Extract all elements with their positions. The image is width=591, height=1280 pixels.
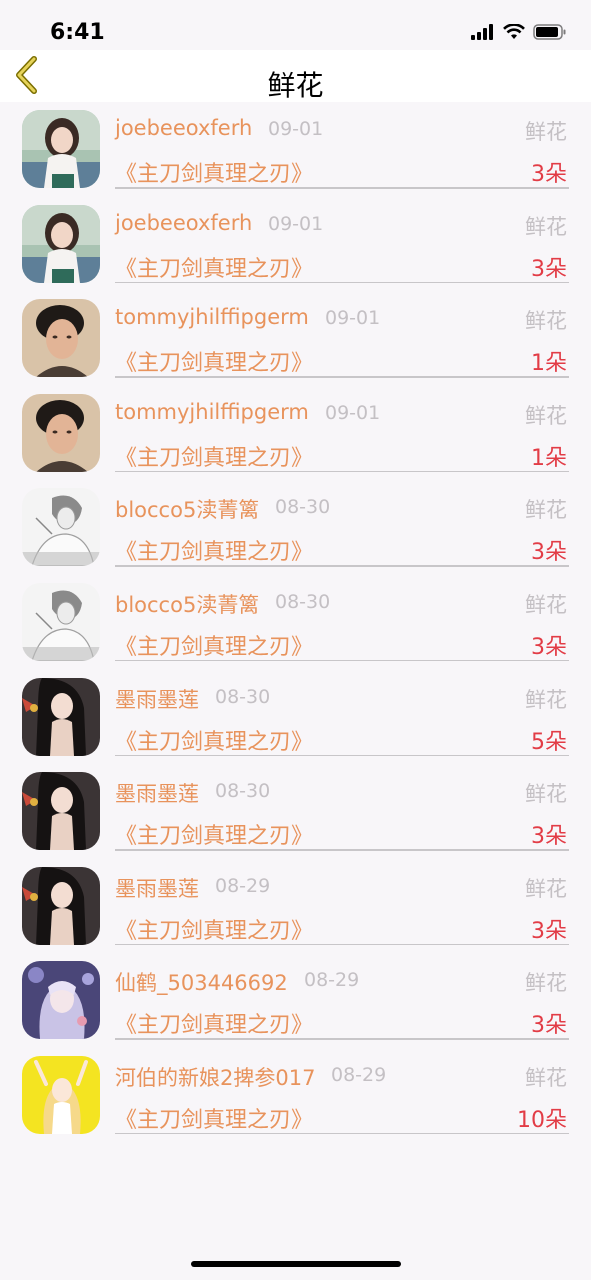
- flower-count: 3朵: [531, 824, 567, 850]
- list-item[interactable]: tommyjhilffipgerm 09-01 鲜花《主刀剑真理之刃》 1朵: [0, 293, 591, 388]
- user-name[interactable]: 墨雨墨莲: [115, 684, 199, 714]
- status-bar: 6:41: [0, 0, 591, 50]
- work-title[interactable]: 《主刀剑真理之刃》: [115, 1102, 313, 1134]
- gift-type: 鲜花: [525, 403, 567, 428]
- gift-type: 鲜花: [525, 687, 567, 712]
- status-time: 6:41: [50, 20, 105, 45]
- list-item[interactable]: tommyjhilffipgerm 09-01 鲜花《主刀剑真理之刃》 1朵: [0, 388, 591, 483]
- divider: [115, 565, 569, 567]
- avatar[interactable]: [22, 961, 100, 1040]
- gift-date: 09-01: [268, 118, 324, 140]
- list-item[interactable]: blocco5渎菁篱 08-30 鲜花《主刀剑真理之刃》 3朵: [0, 482, 591, 577]
- avatar[interactable]: [22, 677, 100, 756]
- work-title[interactable]: 《主刀剑真理之刃》: [115, 629, 313, 661]
- user-name[interactable]: tommyjhilffipgerm: [115, 400, 309, 424]
- user-name[interactable]: 墨雨墨莲: [115, 778, 199, 808]
- divider: [115, 1132, 569, 1135]
- avatar[interactable]: [22, 393, 100, 472]
- gift-type: 鲜花: [525, 1065, 567, 1090]
- user-name[interactable]: 河伯的新娘2捭参017: [115, 1062, 315, 1092]
- divider: [115, 376, 569, 378]
- flower-count: 3朵: [531, 918, 567, 944]
- divider: [115, 849, 569, 851]
- flower-count: 1朵: [531, 445, 567, 471]
- flower-count: 3朵: [531, 1013, 567, 1039]
- avatar[interactable]: [22, 488, 100, 567]
- gift-date: 08-29: [215, 874, 271, 897]
- gift-type: 鲜花: [525, 309, 567, 334]
- gift-type: 鲜花: [525, 214, 567, 239]
- avatar[interactable]: [22, 299, 100, 378]
- list-item[interactable]: joebeeoxferh 09-01 鲜花《主刀剑真理之刃》 3朵: [0, 199, 591, 294]
- list-item[interactable]: 墨雨墨莲 08-29 鲜花《主刀剑真理之刃》 3朵: [0, 861, 591, 956]
- list-item[interactable]: 河伯的新娘2捭参017 08-29 鲜花《主刀剑真理之刃》 10朵: [0, 1050, 591, 1145]
- gift-date: 08-30: [215, 685, 271, 708]
- work-title[interactable]: 《主刀剑真理之刃》: [115, 251, 313, 283]
- divider: [115, 187, 569, 189]
- divider: [115, 943, 569, 946]
- user-name[interactable]: 墨雨墨莲: [115, 873, 199, 903]
- work-title[interactable]: 《主刀剑真理之刃》: [115, 345, 313, 377]
- avatar[interactable]: [22, 866, 100, 945]
- flower-count: 5朵: [531, 729, 567, 755]
- page-title: 鲜花: [267, 69, 324, 102]
- gift-date: 09-01: [325, 401, 381, 424]
- flower-count: 3朵: [531, 256, 567, 282]
- gift-date: 08-29: [304, 969, 360, 992]
- cellular-signal-icon: [471, 24, 493, 40]
- flower-gift-list: joebeeoxferh 09-01 鲜花 《主刀剑真理之刃》 3朵 joebeeoxfe…: [0, 104, 591, 1145]
- status-icons: [471, 24, 567, 40]
- user-name[interactable]: blocco5渎菁篱: [115, 589, 259, 619]
- gift-date: 08-30: [275, 496, 331, 519]
- list-item[interactable]: 仙鹤_503446692 08-29 鲜花《主刀剑真理之刃》 3朵: [0, 955, 591, 1050]
- divider: [115, 754, 569, 757]
- gift-date: 08-30: [215, 780, 271, 803]
- work-title[interactable]: 《主刀剑真理之刃》: [115, 156, 313, 188]
- gift-type: 鲜花: [525, 592, 567, 617]
- wifi-icon: [503, 24, 525, 39]
- divider: [115, 470, 569, 473]
- work-title[interactable]: 《主刀剑真理之刃》: [115, 440, 313, 472]
- avatar[interactable]: [22, 582, 100, 661]
- gift-date: 09-01: [268, 212, 324, 235]
- avatar[interactable]: [22, 1055, 100, 1134]
- gift-type: 鲜花: [525, 782, 567, 807]
- list-item[interactable]: blocco5渎菁篱 08-30 鲜花《主刀剑真理之刃》 3朵: [0, 577, 591, 672]
- gift-date: 08-30: [275, 590, 331, 613]
- flower-count: 3朵: [531, 634, 567, 660]
- divider: [115, 1038, 569, 1040]
- gift-date: 09-01: [325, 307, 381, 330]
- avatar[interactable]: [22, 110, 100, 188]
- list-item[interactable]: 墨雨墨莲 08-30 鲜花《主刀剑真理之刃》 5朵: [0, 672, 591, 767]
- user-name[interactable]: joebeeoxferh: [115, 211, 252, 235]
- battery-icon: [533, 24, 566, 40]
- user-name[interactable]: 仙鹤_503446692: [115, 967, 288, 997]
- list-item[interactable]: 墨雨墨莲 08-30 鲜花《主刀剑真理之刃》 3朵: [0, 766, 591, 861]
- work-title[interactable]: 《主刀剑真理之刃》: [115, 818, 313, 850]
- avatar[interactable]: [22, 772, 100, 851]
- gift-date: 08-29: [331, 1063, 387, 1086]
- home-indicator: [191, 1261, 401, 1267]
- divider: [115, 281, 569, 284]
- flower-count: 10朵: [517, 1107, 567, 1133]
- flower-count: 1朵: [531, 351, 567, 377]
- avatar[interactable]: [22, 204, 100, 283]
- gift-type: 鲜花: [525, 120, 567, 144]
- list-item[interactable]: joebeeoxferh 09-01 鲜花《主刀剑真理之刃》 3朵: [0, 104, 591, 199]
- work-title[interactable]: 《主刀剑真理之刃》: [115, 913, 313, 945]
- flower-count: 3朵: [531, 540, 567, 566]
- gift-type: 鲜花: [525, 971, 567, 996]
- user-name[interactable]: blocco5渎菁篱: [115, 494, 259, 524]
- gift-type: 鲜花: [525, 876, 567, 901]
- navigation-bar: 鲜花: [0, 50, 591, 102]
- work-title[interactable]: 《主刀剑真理之刃》: [115, 724, 313, 756]
- work-title[interactable]: 《主刀剑真理之刃》: [115, 1007, 313, 1039]
- flower-count: 3朵: [531, 162, 567, 187]
- divider: [115, 659, 569, 662]
- user-name[interactable]: joebeeoxferh: [115, 116, 252, 140]
- gift-type: 鲜花: [525, 498, 567, 523]
- work-title[interactable]: 《主刀剑真理之刃》: [115, 534, 313, 566]
- user-name[interactable]: tommyjhilffipgerm: [115, 305, 309, 329]
